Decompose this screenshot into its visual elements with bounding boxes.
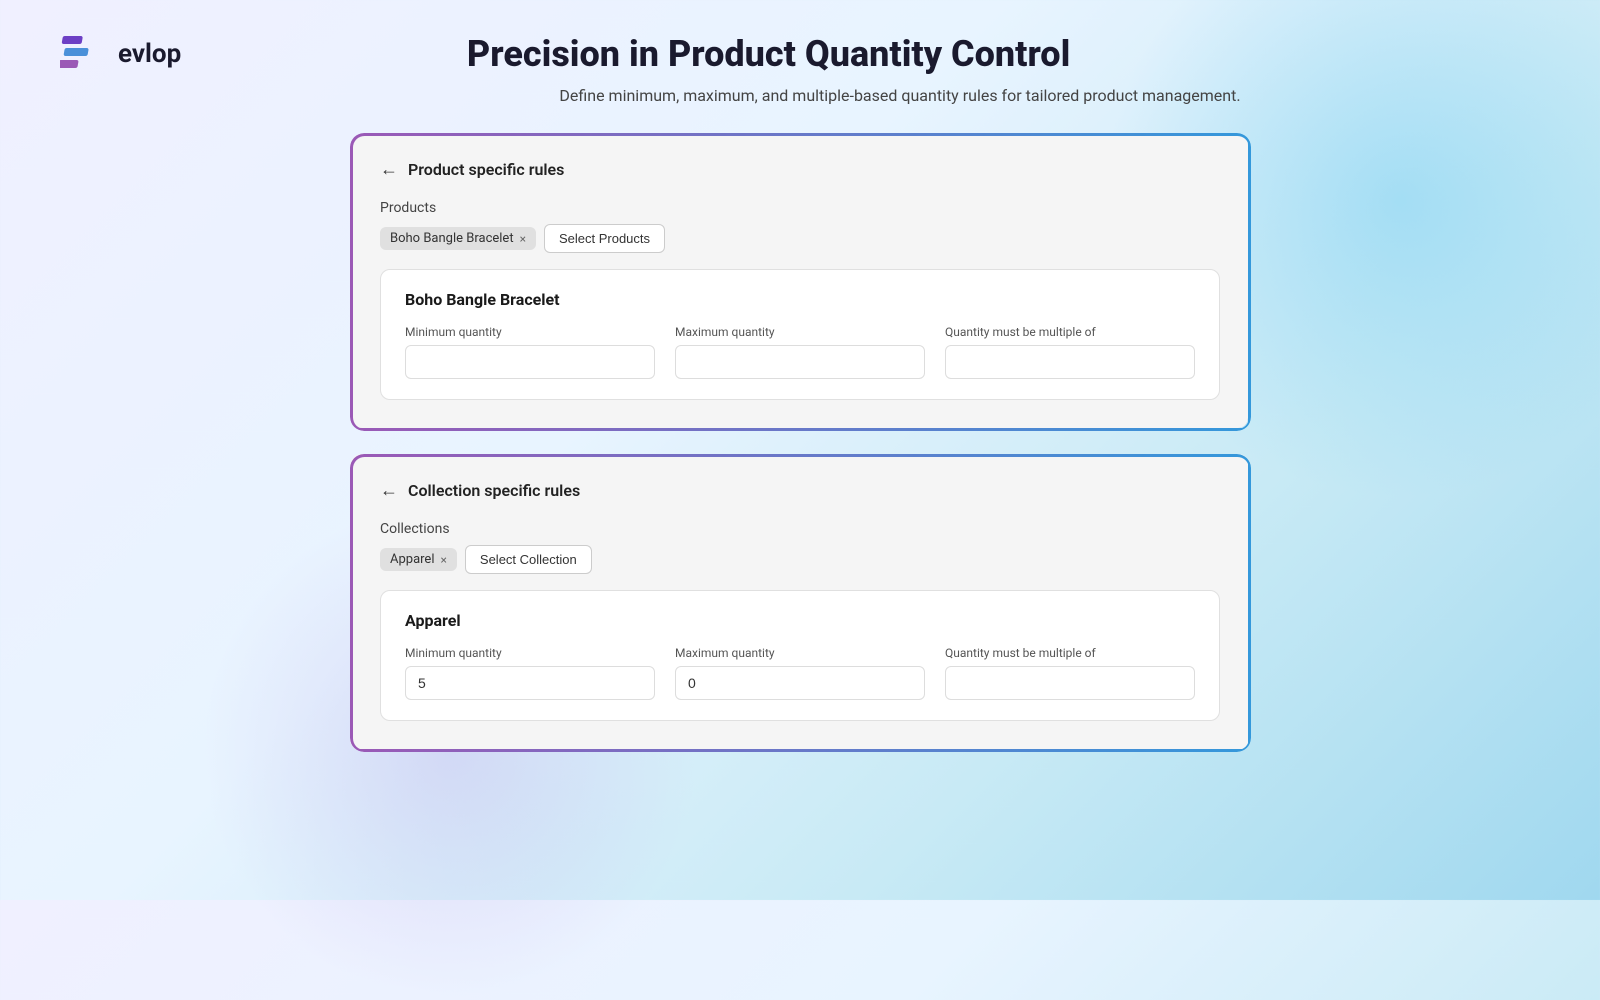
collection-multiple-label: Quantity must be multiple of — [945, 646, 1195, 660]
collection-details-name: Apparel — [405, 611, 1195, 630]
collection-tag-close[interactable]: × — [441, 554, 447, 566]
product-tags-row: Boho Bangle Bracelet × Select Products — [380, 224, 1220, 253]
select-products-button[interactable]: Select Products — [544, 224, 665, 253]
cards-container: ← Product specific rules Products Boho B… — [350, 133, 1250, 751]
select-collection-button[interactable]: Select Collection — [465, 545, 592, 574]
product-min-label: Minimum quantity — [405, 325, 655, 339]
collection-details-box: Apparel Minimum quantity Maximum quantit… — [380, 590, 1220, 721]
collection-min-input[interactable] — [405, 666, 655, 700]
collection-max-label: Maximum quantity — [675, 646, 925, 660]
product-multiple-field: Quantity must be multiple of — [945, 325, 1195, 379]
page-title: Precision in Product Quantity Control — [0, 33, 1540, 75]
product-details-name: Boho Bangle Bracelet — [405, 290, 1195, 309]
collection-max-input[interactable] — [675, 666, 925, 700]
collection-card-header: ← Collection specific rules — [380, 480, 1220, 501]
collection-rules-card: ← Collection specific rules Collections … — [350, 454, 1250, 751]
product-quantity-grid: Minimum quantity Maximum quantity Quanti… — [405, 325, 1195, 379]
product-max-label: Maximum quantity — [675, 325, 925, 339]
product-tag: Boho Bangle Bracelet × — [380, 227, 536, 250]
collection-min-field: Minimum quantity — [405, 646, 655, 700]
collection-section-label: Collections — [380, 521, 1220, 537]
collection-multiple-input[interactable] — [945, 666, 1195, 700]
collection-tags-row: Apparel × Select Collection — [380, 545, 1220, 574]
collection-max-field: Maximum quantity — [675, 646, 925, 700]
product-card-title: Product specific rules — [408, 160, 564, 179]
product-multiple-input[interactable] — [945, 345, 1195, 379]
collection-tag: Apparel × — [380, 548, 457, 571]
product-max-input[interactable] — [675, 345, 925, 379]
product-details-box: Boho Bangle Bracelet Minimum quantity Ma… — [380, 269, 1220, 400]
collection-quantity-grid: Minimum quantity Maximum quantity Quanti… — [405, 646, 1195, 700]
product-max-field: Maximum quantity — [675, 325, 925, 379]
collection-card-title: Collection specific rules — [408, 481, 580, 500]
collection-tag-label: Apparel — [390, 552, 435, 567]
page-subtitle: Define minimum, maximum, and multiple-ba… — [260, 86, 1540, 105]
product-tag-close[interactable]: × — [520, 233, 526, 245]
product-multiple-label: Quantity must be multiple of — [945, 325, 1195, 339]
product-tag-label: Boho Bangle Bracelet — [390, 231, 514, 246]
collection-multiple-field: Quantity must be multiple of — [945, 646, 1195, 700]
collection-back-arrow[interactable]: ← — [380, 480, 398, 501]
collection-min-label: Minimum quantity — [405, 646, 655, 660]
product-card-header: ← Product specific rules — [380, 159, 1220, 180]
product-section-label: Products — [380, 200, 1220, 216]
product-back-arrow[interactable]: ← — [380, 159, 398, 180]
product-min-field: Minimum quantity — [405, 325, 655, 379]
product-rules-card: ← Product specific rules Products Boho B… — [350, 133, 1250, 430]
product-min-input[interactable] — [405, 345, 655, 379]
